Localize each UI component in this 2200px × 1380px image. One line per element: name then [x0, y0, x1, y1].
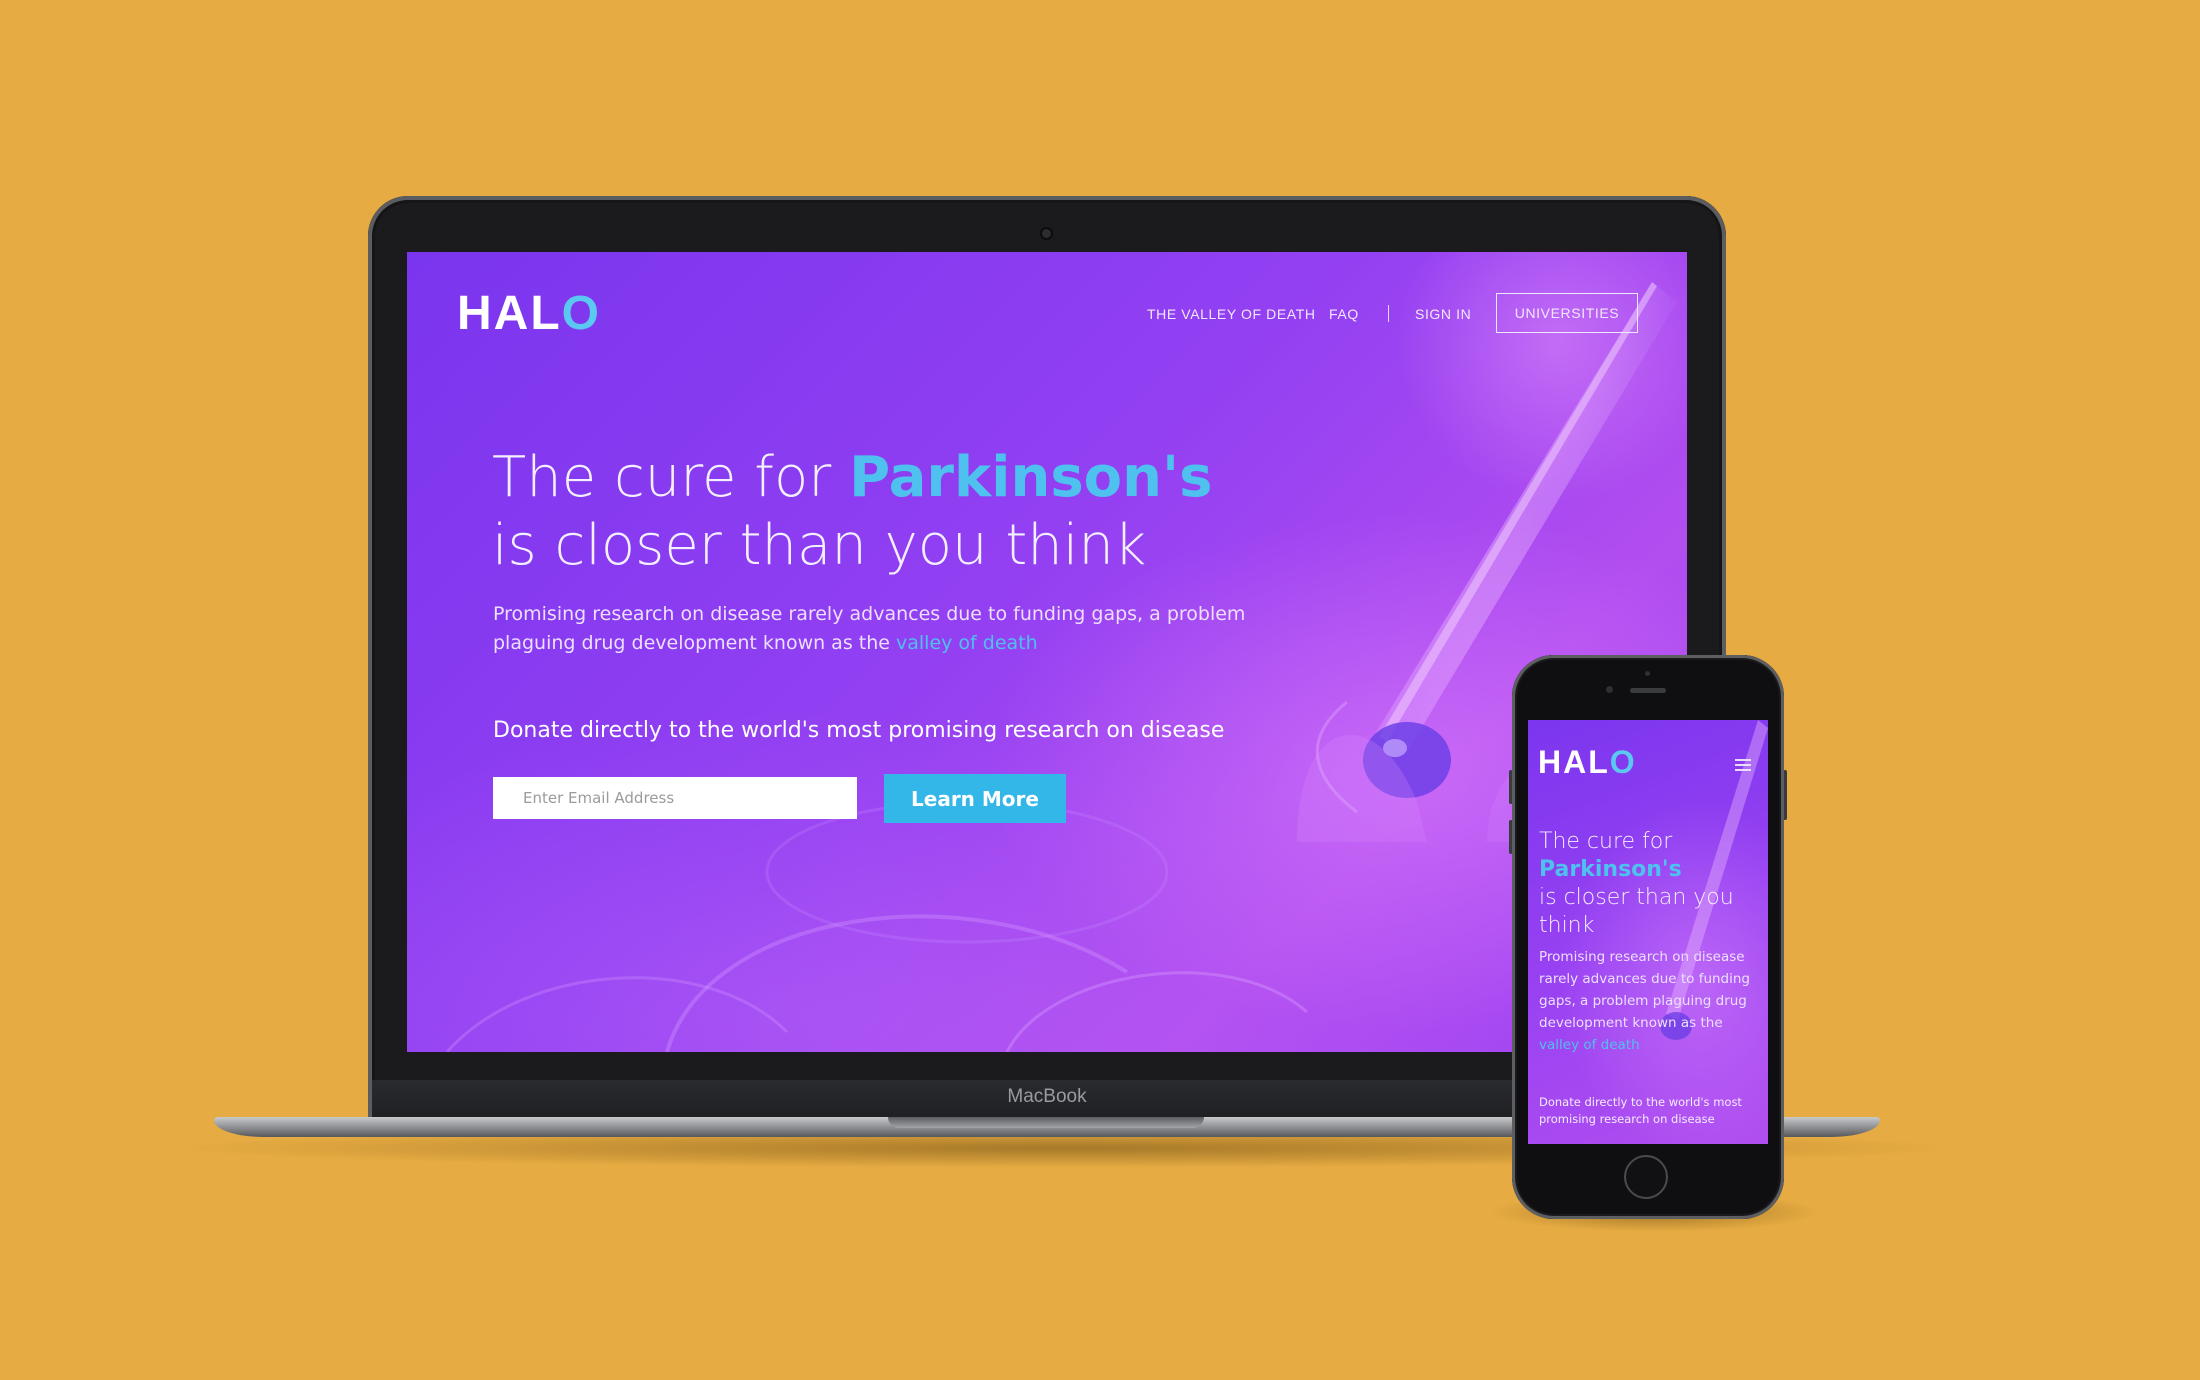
hero-headline-line2: is closer than you think: [492, 513, 1147, 578]
halo-logo[interactable]: HALO: [457, 286, 601, 341]
mobile-halo-logo[interactable]: HALO: [1538, 744, 1637, 781]
mobile-description-text: Promising research on disease rarely adv…: [1539, 949, 1751, 1031]
phone-screen: HALO The cure for Parkinson's is closer …: [1528, 720, 1768, 1144]
universities-button[interactable]: UNIVERSITIES: [1496, 293, 1638, 333]
logo-accent-letter: O: [561, 287, 601, 340]
hero-headline-line1: The cure for Parkinson's: [492, 445, 1213, 510]
mobile-headline-line3: is closer than you: [1539, 885, 1734, 910]
phone-front-camera: [1606, 686, 1613, 693]
headline-prefix: The cure for: [492, 445, 832, 510]
hero-description: Promising research on disease rarely adv…: [493, 600, 1253, 657]
laptop-notch: [888, 1117, 1204, 1128]
nav-divider: [1388, 305, 1389, 322]
mobile-headline-accent: Parkinson's: [1539, 857, 1682, 882]
mobile-logo-accent-letter: O: [1609, 744, 1637, 780]
mobile-headline-line1: The cure for: [1539, 829, 1673, 854]
phone-speaker: [1630, 688, 1666, 693]
valley-of-death-link[interactable]: valley of death: [896, 632, 1038, 654]
description-text: Promising research on disease rarely adv…: [493, 603, 1246, 654]
mobile-donate-cta-text: Donate directly to the world's most prom…: [1539, 1095, 1742, 1126]
headline-accent: Parkinson's: [849, 445, 1213, 510]
mobile-valley-of-death-link[interactable]: valley of death: [1539, 1037, 1640, 1053]
mobile-headline-line4: think: [1539, 913, 1595, 938]
email-input[interactable]: [493, 777, 857, 819]
phone-home-button: [1624, 1155, 1668, 1199]
donate-cta-text: Donate directly to the world's most prom…: [493, 718, 1225, 743]
hamburger-menu-icon[interactable]: [1735, 759, 1751, 774]
learn-more-button[interactable]: Learn More: [884, 774, 1066, 823]
mobile-logo-text: HAL: [1538, 744, 1610, 780]
mobile-headline: The cure for Parkinson's is closer than …: [1539, 828, 1734, 940]
laptop-camera: [1042, 229, 1051, 238]
nav-link-faq[interactable]: FAQ: [1329, 306, 1359, 322]
nav-link-sign-in[interactable]: SIGN IN: [1415, 306, 1471, 322]
mobile-description: Promising research on disease rarely adv…: [1539, 946, 1759, 1056]
logo-text: HAL: [457, 287, 562, 340]
laptop-screen: HALO THE VALLEY OF DEATH FAQ SIGN IN UNI…: [407, 252, 1687, 1052]
nav-link-valley-of-death[interactable]: THE VALLEY OF DEATH: [1147, 306, 1316, 322]
phone-sensor: [1645, 671, 1650, 676]
